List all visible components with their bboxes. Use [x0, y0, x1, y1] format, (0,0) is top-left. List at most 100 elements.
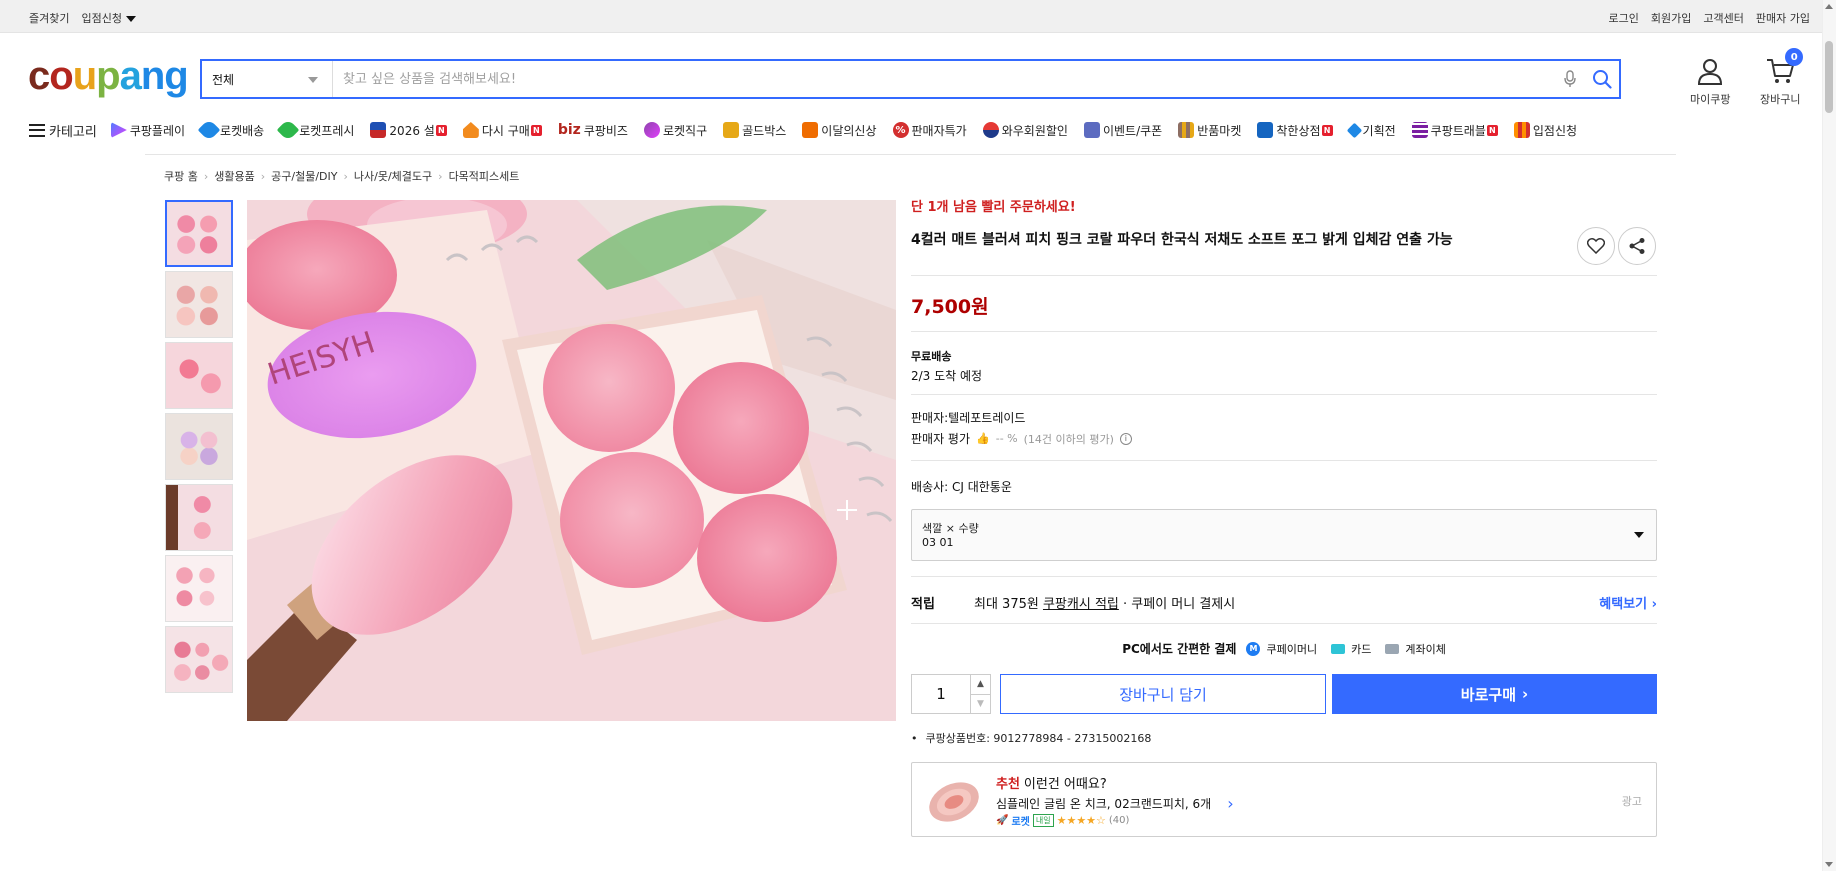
breadcrumb-item[interactable]: 나사/못/체결도구 — [354, 168, 432, 184]
main-product-image[interactable]: HEISYH — [247, 200, 896, 721]
quantity-stepper: 1 ▲ ▼ — [911, 674, 991, 714]
nav-item-label: 판매자특가 — [911, 123, 967, 138]
nav-item-seller-deals[interactable]: % 판매자특가 — [892, 122, 967, 139]
product-price: 7,500원 — [911, 296, 989, 318]
product-thumbnail[interactable] — [165, 342, 233, 409]
gift-box-icon — [723, 122, 740, 138]
recommendation-heading-text: 이런건 어때요? — [1023, 777, 1107, 792]
nav-item-label: 와우회원할인 — [1001, 123, 1068, 138]
shipping-label: 무료배송 — [911, 350, 952, 363]
product-thumbnails — [165, 200, 233, 697]
reward-row: 적립 최대 375원 쿠팡캐시 적립 · 쿠페이 머니 결제시 혜택보기 › — [911, 593, 1657, 612]
coupang-logo[interactable]: coupang — [28, 56, 189, 96]
pay-method: 카드 — [1351, 642, 1372, 656]
nav-item-good-shop[interactable]: 착한상점 N — [1257, 122, 1333, 139]
coupon-icon — [1083, 122, 1100, 138]
product-thumbnail[interactable] — [165, 413, 233, 480]
nav-divider — [145, 154, 1676, 155]
search-category-select[interactable]: 전체 — [202, 61, 333, 97]
share-button[interactable] — [1618, 227, 1656, 265]
buy-now-button[interactable]: 바로구매 › — [1332, 674, 1657, 714]
nav-item-rocket-global[interactable]: 로켓직구 — [643, 122, 708, 139]
nav-item-events-coupons[interactable]: 이벤트/쿠폰 — [1083, 122, 1163, 139]
search-bar: 전체 — [200, 59, 1621, 99]
seller-name[interactable]: 판매자:텔레포트레이드 — [911, 409, 1025, 426]
nav-item-2026-seol[interactable]: 2026 설N — [370, 122, 447, 139]
seller-rating-label: 판매자 평가 — [911, 432, 971, 446]
nav-item-label: 로켓배송 — [220, 123, 265, 138]
seller-rating-value: -- % — [995, 432, 1018, 445]
scroll-thumb[interactable] — [1825, 41, 1833, 113]
login-link[interactable]: 로그인 — [1609, 10, 1639, 26]
recommendation-card[interactable]: 추천 이런건 어때요? 심플레인 글림 온 치크, 02크랜드피치, 6개 › 🚀 … — [911, 762, 1657, 837]
nav-item-rebuy[interactable]: 다시 구매 N — [462, 122, 542, 139]
nav-item-coupang-travel[interactable]: 쿠팡트래블 N — [1411, 122, 1498, 139]
product-thumbnail[interactable] — [165, 271, 233, 338]
cart-count-badge: 0 — [1785, 48, 1804, 66]
product-thumbnail[interactable] — [165, 484, 233, 551]
nav-item-exhibition[interactable]: 기획전 — [1346, 122, 1396, 139]
seller-signup-link[interactable]: 판매자 가입 — [1756, 10, 1810, 26]
search-icon[interactable] — [1585, 61, 1619, 97]
breadcrumb-item[interactable]: 생활용품 — [214, 168, 254, 184]
scroll-up-icon[interactable] — [1825, 4, 1833, 9]
nav-item-rocket-fresh[interactable]: 로켓프레시 — [276, 118, 355, 142]
partner-apply-link[interactable]: 입점신청 — [81, 10, 136, 26]
nav-item-label: 쿠팡비즈 — [583, 123, 628, 138]
nav-item-coupang-play[interactable]: 쿠팡플레이 — [110, 122, 186, 139]
signup-link[interactable]: 회원가입 — [1651, 10, 1691, 26]
buy-now-label: 바로구매 — [1460, 685, 1516, 704]
divider — [911, 576, 1657, 577]
new-badge: N — [1321, 124, 1333, 136]
customer-center-link[interactable]: 고객센터 — [1703, 10, 1743, 26]
play-icon — [110, 122, 127, 138]
breadcrumb-item[interactable]: 다목적피스세트 — [449, 168, 520, 184]
chevron-right-icon: › — [343, 169, 348, 183]
nav-item-new-arrivals[interactable]: 이달의신상 — [802, 122, 877, 139]
nav-item-return-market[interactable]: 반품마켓 — [1178, 122, 1241, 139]
product-info-panel: 단 1개 남음 빨리 주문하세요! 4컬러 매트 블러셔 피치 핑크 코랄 파우… — [911, 196, 1657, 837]
nav-item-partner-apply[interactable]: 입점신청 — [1513, 122, 1577, 139]
mypage-button[interactable]: 마이쿠팡 — [1690, 56, 1730, 107]
microphone-icon[interactable] — [1555, 61, 1585, 97]
info-icon[interactable]: i — [1119, 432, 1132, 445]
nav-item-rocket-delivery[interactable]: 로켓배송 — [197, 118, 265, 142]
product-thumbnail[interactable] — [165, 200, 233, 267]
nav-item-goldbox[interactable]: 골드박스 — [723, 122, 786, 139]
category-menu-button[interactable]: 카테고리 — [29, 121, 97, 140]
review-count: (40) — [1108, 815, 1130, 826]
benefits-link[interactable]: 혜택보기 › — [1599, 593, 1657, 612]
card-icon — [1331, 643, 1346, 654]
divider — [911, 460, 1657, 461]
store-icon — [1178, 122, 1195, 138]
nav-item-label: 반품마켓 — [1197, 123, 1242, 138]
nav-item-label: 이벤트/쿠폰 — [1102, 123, 1163, 138]
search-input[interactable] — [333, 61, 1555, 97]
increase-icon[interactable]: ▲ — [971, 675, 990, 694]
coupang-cash-link[interactable]: 쿠팡캐시 적립 — [1043, 593, 1119, 612]
nav-item-label: 쿠팡플레이 — [129, 123, 186, 138]
search-category-value: 전체 — [212, 72, 235, 87]
product-thumbnail[interactable] — [165, 626, 233, 693]
breadcrumb-item[interactable]: 쿠팡 홈 — [164, 168, 198, 184]
pay-method: 계좌이체 — [1405, 642, 1446, 656]
wishlist-button[interactable] — [1577, 227, 1615, 265]
chevron-right-icon: › — [260, 169, 266, 183]
quantity-value[interactable]: 1 — [912, 675, 970, 713]
option-select[interactable]: 색깔 × 수량 03 01 — [911, 509, 1657, 561]
decrease-icon[interactable]: ▼ — [971, 693, 990, 714]
scroll-down-icon[interactable] — [1825, 862, 1833, 867]
rocket-badge: 로켓 — [1011, 817, 1030, 828]
add-to-cart-button[interactable]: 장바구니 담기 — [1000, 674, 1326, 714]
nav-item-wow-discount[interactable]: 와우회원할인 — [982, 122, 1068, 139]
bookmark-link[interactable]: 즐겨찾기 — [29, 10, 69, 26]
nav-item-label: 로켓프레시 — [299, 123, 355, 138]
product-thumbnail[interactable] — [165, 555, 233, 622]
cart-button[interactable]: 0 장바구니 — [1760, 48, 1804, 107]
nav-item-label: 로켓직구 — [662, 123, 708, 138]
nav-item-coupang-biz[interactable]: biz 쿠팡비즈 — [558, 122, 628, 139]
option-value: 03 01 — [922, 536, 954, 549]
breadcrumb-item[interactable]: 공구/철물/DIY — [271, 168, 337, 184]
nav-item-label: 2026 설 — [389, 123, 435, 138]
page-scrollbar[interactable] — [1822, 0, 1836, 871]
